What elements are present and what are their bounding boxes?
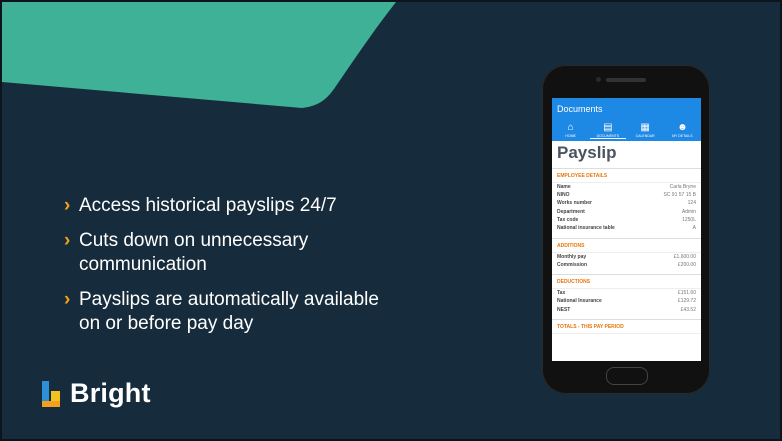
logo-text: Bright bbox=[70, 378, 151, 408]
page-title: Payslip bbox=[557, 143, 617, 162]
row-value: 124 bbox=[687, 200, 696, 207]
row-value: £43.52 bbox=[680, 306, 696, 313]
calendar-icon: ▦ bbox=[640, 122, 650, 133]
row-value: £151.60 bbox=[677, 290, 696, 297]
row-label: NINO bbox=[557, 192, 570, 199]
home-icon: ⌂ bbox=[567, 122, 574, 133]
bullet-item: › Payslips are automatically available o… bbox=[64, 288, 484, 336]
bullet-item: › Cuts down on unnecessary communication bbox=[64, 229, 484, 277]
additions-section: ADDITIONS Monthly pay £1,600.00 Commissio… bbox=[552, 237, 701, 270]
row-label: NEST bbox=[557, 306, 571, 313]
row-value: SC 91 57 15 B bbox=[663, 192, 696, 199]
bullet-list: › Access historical payslips 24/7 › Cuts… bbox=[64, 194, 484, 347]
row-label: Works number bbox=[557, 200, 592, 207]
app-title: Documents bbox=[557, 104, 603, 114]
bullet-text: Cuts down on unnecessary bbox=[79, 230, 309, 251]
section-heading: DEDUCTIONS bbox=[552, 275, 701, 290]
bright-logo-icon bbox=[42, 380, 60, 407]
deductions-section: DEDUCTIONS Tax £151.60 National Insurance… bbox=[552, 274, 701, 314]
person-icon: ☻ bbox=[677, 122, 688, 133]
speaker-grille bbox=[606, 78, 646, 82]
nav-label: HOME bbox=[565, 134, 576, 138]
phone-home-button[interactable] bbox=[606, 367, 648, 385]
nav-my-details[interactable]: ☻ MY DETAILS bbox=[664, 122, 700, 139]
row-label: Commission bbox=[557, 261, 588, 268]
detail-row: Works number 124 bbox=[552, 200, 701, 208]
detail-row: National Insurance £129.72 bbox=[552, 298, 701, 306]
nav-home[interactable]: ⌂ HOME bbox=[553, 122, 589, 139]
nav-label: CALENDAR bbox=[635, 134, 655, 138]
row-value: £200.00 bbox=[677, 261, 696, 268]
employee-details-section: EMPLOYEE DETAILS Name Carla Bryne NINO SC … bbox=[552, 168, 701, 233]
section-heading: ADDITIONS bbox=[552, 239, 701, 253]
phone-screen: Documents ⌂ HOME ▤ DOCUMENTS ▦ CALENDAR bbox=[552, 98, 701, 361]
detail-row: Tax code 1250L bbox=[552, 216, 701, 224]
row-value: £129.72 bbox=[677, 298, 696, 305]
bullet-text: on or before pay day bbox=[79, 313, 254, 334]
section-heading: EMPLOYEE DETAILS bbox=[552, 169, 701, 183]
row-label: Tax bbox=[557, 290, 566, 297]
row-label: National Insurance bbox=[557, 298, 602, 305]
nav-calendar[interactable]: ▦ CALENDAR bbox=[627, 122, 663, 139]
row-value: A bbox=[692, 225, 696, 232]
chevron-right-icon: › bbox=[64, 195, 71, 216]
slide: › Access historical payslips 24/7 › Cuts… bbox=[0, 0, 782, 441]
bullet-text: communication bbox=[79, 254, 207, 275]
teal-banner-shape bbox=[2, 2, 396, 108]
row-label: National insurance table bbox=[557, 225, 615, 232]
section-heading: TOTALS - THIS PAY PERIOD bbox=[552, 320, 701, 335]
detail-row: Tax £151.60 bbox=[552, 289, 701, 297]
row-label: Tax code bbox=[557, 217, 579, 224]
row-label: Name bbox=[557, 183, 571, 190]
row-value: Carla Bryne bbox=[669, 183, 696, 190]
row-value: £1,600.00 bbox=[673, 253, 696, 260]
detail-row: National insurance table A bbox=[552, 224, 701, 232]
row-label: Department bbox=[557, 208, 585, 215]
bottom-nav: ⌂ HOME ▤ DOCUMENTS ▦ CALENDAR ☻ MY DETAI… bbox=[552, 122, 701, 139]
detail-row: Department Admin bbox=[552, 208, 701, 216]
nav-label: DOCUMENTS bbox=[596, 134, 620, 138]
row-label: Monthly pay bbox=[557, 253, 587, 260]
detail-row: NEST £43.52 bbox=[552, 306, 701, 314]
chevron-right-icon: › bbox=[64, 230, 71, 251]
document-icon: ▤ bbox=[603, 122, 613, 133]
chevron-right-icon: › bbox=[64, 289, 71, 310]
nav-label: MY DETAILS bbox=[672, 134, 693, 138]
detail-row: NINO SC 91 57 15 B bbox=[552, 191, 701, 199]
bullet-item: › Access historical payslips 24/7 bbox=[64, 194, 484, 218]
phone-mockup: Documents ⌂ HOME ▤ DOCUMENTS ▦ CALENDAR bbox=[542, 65, 710, 394]
bright-logo: Bright bbox=[40, 378, 151, 409]
row-value: Admin bbox=[681, 208, 696, 215]
nav-documents[interactable]: ▤ DOCUMENTS bbox=[589, 122, 626, 139]
row-value: 1250L bbox=[682, 217, 696, 224]
app-bar: Documents ⌂ HOME ▤ DOCUMENTS ▦ CALENDAR bbox=[552, 98, 701, 141]
bullet-text: Payslips are automatically available bbox=[79, 289, 379, 310]
detail-row: Commission £200.00 bbox=[552, 261, 701, 269]
bullet-text: Access historical payslips 24/7 bbox=[79, 195, 337, 216]
detail-row: Monthly pay £1,600.00 bbox=[552, 253, 701, 261]
totals-section: TOTALS - THIS PAY PERIOD bbox=[552, 319, 701, 335]
detail-row: Name Carla Bryne bbox=[552, 183, 701, 191]
camera-icon bbox=[596, 77, 601, 82]
